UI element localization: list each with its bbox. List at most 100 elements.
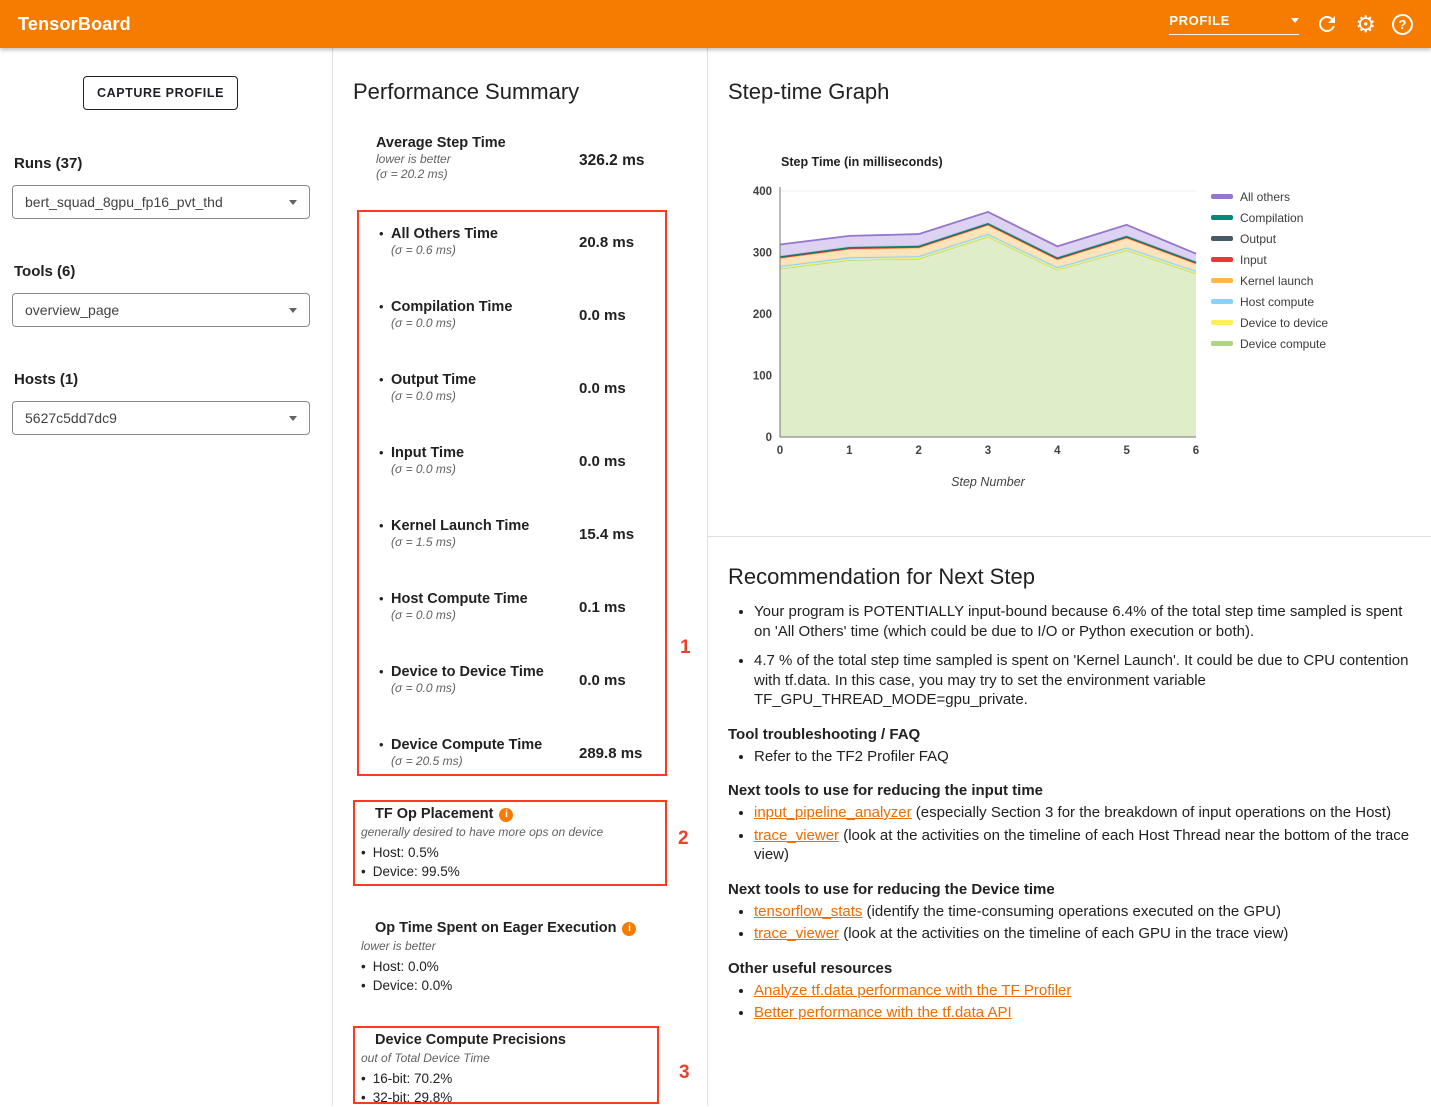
recommendation-bullets: Your program is POTENTIALLY input-bound …: [728, 602, 1413, 710]
svg-text:200: 200: [753, 309, 772, 321]
svg-text:Kernel launch: Kernel launch: [1240, 274, 1313, 288]
bullet: •: [379, 445, 384, 460]
svg-text:Host compute: Host compute: [1240, 295, 1314, 309]
annotation-number-1: 1: [680, 637, 691, 659]
chart-title: Step Time (in milliseconds): [781, 155, 943, 169]
metric-row: • Input Time(σ = 0.0 ms)0.0 ms: [333, 444, 707, 504]
chevron-down-icon: [289, 308, 297, 313]
eager-execution-section: Op Time Spent on Eager Executioni lower …: [361, 920, 689, 995]
metric-label-block: Input Time(σ = 0.0 ms): [391, 444, 576, 477]
legend-item: Kernel launch: [1211, 274, 1313, 288]
recommendation-link[interactable]: trace_viewer: [754, 925, 839, 942]
recommendation-list: input_pipeline_analyzer (especially Sect…: [728, 803, 1413, 865]
metric-label: All Others Time: [391, 225, 576, 243]
metric-value: 0.0 ms: [579, 380, 626, 397]
recommendation-link[interactable]: Better performance with the tf.data API: [754, 1004, 1012, 1021]
metric-sigma: (σ = 0.0 ms): [391, 462, 576, 477]
x-axis-label: Step Number: [951, 475, 1025, 489]
recommendation-list: Analyze tf.data performance with the TF …: [728, 981, 1413, 1023]
recommendation-link[interactable]: input_pipeline_analyzer: [754, 804, 912, 821]
recommendation-link[interactable]: trace_viewer: [754, 827, 839, 844]
metric-value: 0.1 ms: [579, 599, 626, 616]
metric-row: •Device to Device Time(σ = 0.0 ms)0.0 ms: [333, 663, 707, 723]
sidebar: CAPTURE PROFILE Runs (37) bert_squad_8gp…: [0, 48, 332, 1106]
svg-text:2: 2: [915, 445, 921, 457]
area-device-compute: [780, 237, 1196, 437]
metric-label-block: Kernel Launch Time(σ = 1.5 ms): [391, 517, 576, 550]
help-icon[interactable]: ?: [1392, 14, 1413, 35]
tools-dropdown[interactable]: overview_page: [12, 293, 310, 327]
metric-label: Output Time: [391, 371, 576, 389]
runs-dropdown-value: bert_squad_8gpu_fp16_pvt_thd: [25, 194, 223, 210]
performance-summary-panel: Performance Summary Average Step Time lo…: [332, 48, 708, 1106]
metric-sigma: (σ = 0.6 ms): [391, 243, 576, 258]
recommendation-item: trace_viewer (look at the activities on …: [754, 826, 1413, 865]
recommendation-link[interactable]: tensorflow_stats: [754, 903, 862, 920]
metric-row: •Output Time(σ = 0.0 ms)0.0 ms: [333, 371, 707, 431]
dashboard-selector[interactable]: PROFILE: [1169, 13, 1299, 35]
capture-profile-button[interactable]: CAPTURE PROFILE: [83, 76, 238, 110]
annotation-number-2: 2: [678, 828, 689, 850]
svg-text:300: 300: [753, 248, 772, 260]
device-compute-precisions-note: out of Total Device Time: [361, 1051, 689, 1066]
hosts-dropdown[interactable]: 5627c5dd7dc9: [12, 401, 310, 435]
svg-text:Output: Output: [1240, 232, 1277, 246]
reload-icon[interactable]: [1315, 12, 1339, 36]
settings-icon[interactable]: ⚙: [1355, 12, 1376, 36]
tf-op-placement-items: Host: 0.5%Device: 99.5%: [361, 843, 689, 881]
hosts-label: Hosts (1): [14, 371, 78, 388]
eager-execution-title: Op Time Spent on Eager Executioni: [375, 920, 689, 937]
info-icon[interactable]: i: [622, 922, 636, 936]
svg-text:5: 5: [1123, 445, 1130, 457]
recommendation-item: tensorflow_stats (identify the time-cons…: [754, 902, 1413, 922]
metric-row: •All Others Time(σ = 0.6 ms)20.8 ms: [333, 225, 707, 285]
list-item: Host: 0.0%: [361, 957, 689, 976]
chevron-down-icon: [289, 416, 297, 421]
legend-item: Compilation: [1211, 211, 1303, 225]
legend-item: Host compute: [1211, 295, 1314, 309]
eager-execution-items: Host: 0.0%Device: 0.0%: [361, 957, 689, 995]
list-item: Device: 99.5%: [361, 862, 689, 881]
svg-text:0: 0: [777, 445, 783, 457]
recommendation-item: Your program is POTENTIALLY input-bound …: [754, 602, 1413, 641]
metric-value: 0.0 ms: [579, 453, 626, 470]
dashboard-selector-value: PROFILE: [1169, 13, 1230, 28]
metric-row: •Device Compute Time(σ = 20.5 ms)289.8 m…: [333, 736, 707, 796]
step-time-graph-panel: Step-time Graph Step Time (in millisecon…: [708, 48, 1431, 537]
recommendation-item: input_pipeline_analyzer (especially Sect…: [754, 803, 1413, 823]
device-compute-precisions-items: 16-bit: 70.2%32-bit: 29.8%: [361, 1069, 689, 1107]
text-segment: Refer to the TF2 Profiler FAQ: [754, 748, 949, 765]
svg-text:Device to device: Device to device: [1240, 316, 1328, 330]
metric-label: Input Time: [391, 444, 576, 462]
legend-item: All others: [1211, 190, 1290, 204]
recommendation-list: Refer to the TF2 Profiler FAQ: [728, 747, 1413, 767]
info-icon[interactable]: i: [499, 808, 513, 822]
section-title-text: TF Op Placement: [375, 806, 493, 822]
recommendation-link[interactable]: Analyze tf.data performance with the TF …: [754, 982, 1071, 999]
chevron-down-icon: [1291, 18, 1299, 23]
legend-item: Device compute: [1211, 337, 1326, 351]
metric-sigma: (σ = 0.0 ms): [391, 389, 576, 404]
svg-text:All others: All others: [1240, 190, 1290, 204]
metric-value: 0.0 ms: [579, 307, 626, 324]
bullet: •: [379, 737, 384, 752]
text-segment: (look at the activities on the timeline …: [754, 827, 1409, 864]
recommendation-item: trace_viewer (look at the activities on …: [754, 924, 1413, 944]
bullet: •: [379, 299, 384, 314]
bullet: •: [379, 664, 384, 679]
svg-text:100: 100: [753, 371, 772, 383]
svg-text:3: 3: [985, 445, 991, 457]
recommendation-item: Better performance with the tf.data API: [754, 1003, 1413, 1023]
tools-dropdown-value: overview_page: [25, 302, 119, 318]
text-segment: Your program is POTENTIALLY input-bound …: [754, 603, 1402, 640]
metric-label-block: All Others Time(σ = 0.6 ms): [391, 225, 576, 258]
recommendation-heading: Other useful resources: [728, 960, 1413, 977]
metric-value: 289.8 ms: [579, 745, 642, 762]
legend-item: Input: [1211, 253, 1267, 267]
list-item: 32-bit: 29.8%: [361, 1088, 689, 1107]
runs-dropdown[interactable]: bert_squad_8gpu_fp16_pvt_thd: [12, 185, 310, 219]
metric-sigma: (σ = 1.5 ms): [391, 535, 576, 550]
metric-row: •Kernel Launch Time(σ = 1.5 ms)15.4 ms: [333, 517, 707, 577]
tf-op-placement-section: TF Op Placementi generally desired to ha…: [361, 806, 689, 881]
recommendation-item: 4.7 % of the total step time sampled is …: [754, 651, 1413, 710]
